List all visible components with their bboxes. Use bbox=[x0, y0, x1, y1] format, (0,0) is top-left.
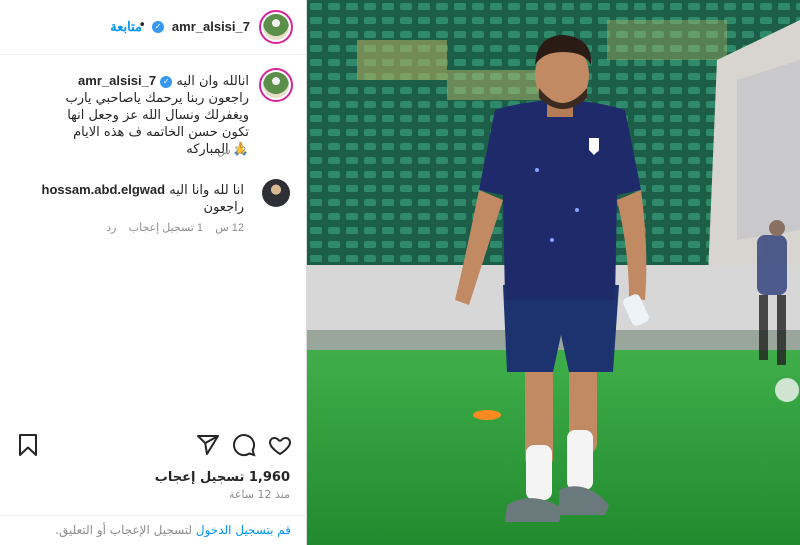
comment-username[interactable]: hossam.abd.elgwad bbox=[42, 182, 166, 197]
verified-badge-icon: ✓ bbox=[152, 21, 164, 33]
author-avatar[interactable] bbox=[259, 10, 293, 44]
login-prompt: قم بتسجيل الدخول لتسجيل الإعجاب أو التعل… bbox=[0, 515, 307, 545]
post-timestamp: منذ 12 ساعة bbox=[228, 488, 290, 501]
commenter-avatar[interactable] bbox=[262, 179, 290, 207]
comment-reply-button[interactable]: رد bbox=[106, 222, 116, 234]
send-icon[interactable] bbox=[196, 433, 220, 457]
heart-icon[interactable] bbox=[268, 433, 292, 457]
author-username[interactable]: amr_alsisi_7 bbox=[172, 19, 250, 34]
post-details-panel: amr_alsisi_7 ✓ • متابعة amr_alsisi_7 ✓ ا… bbox=[0, 0, 307, 545]
follow-button[interactable]: متابعة bbox=[110, 19, 142, 35]
comment-icon[interactable] bbox=[232, 433, 256, 457]
comment-meta: 12 س 1 تسجيل إعجاب رد bbox=[106, 221, 244, 234]
post-photo[interactable] bbox=[307, 0, 800, 545]
player-photo-image bbox=[307, 0, 800, 545]
comment-item: hossam.abd.elgwad انا لله وانا اليه راجع… bbox=[34, 181, 244, 216]
likes-count[interactable]: 1,960 تسجيل إعجاب bbox=[155, 470, 290, 485]
login-link[interactable]: قم بتسجيل الدخول bbox=[196, 523, 291, 537]
post-header: amr_alsisi_7 ✓ • متابعة bbox=[0, 0, 307, 55]
caption-avatar[interactable] bbox=[259, 68, 293, 102]
verified-badge-icon: ✓ bbox=[160, 75, 173, 88]
comment-likes[interactable]: 1 تسجيل إعجاب bbox=[129, 222, 203, 234]
caption-time: 12 س bbox=[217, 145, 246, 157]
login-prompt-text: لتسجيل الإعجاب أو التعليق. bbox=[55, 523, 196, 537]
caption-username[interactable]: amr_alsisi_7 bbox=[78, 73, 156, 88]
comment-time: 12 س bbox=[215, 222, 244, 234]
comment-text: انا لله وانا اليه راجعون bbox=[169, 183, 244, 215]
bookmark-icon[interactable] bbox=[16, 433, 40, 457]
post-actions bbox=[0, 427, 307, 467]
